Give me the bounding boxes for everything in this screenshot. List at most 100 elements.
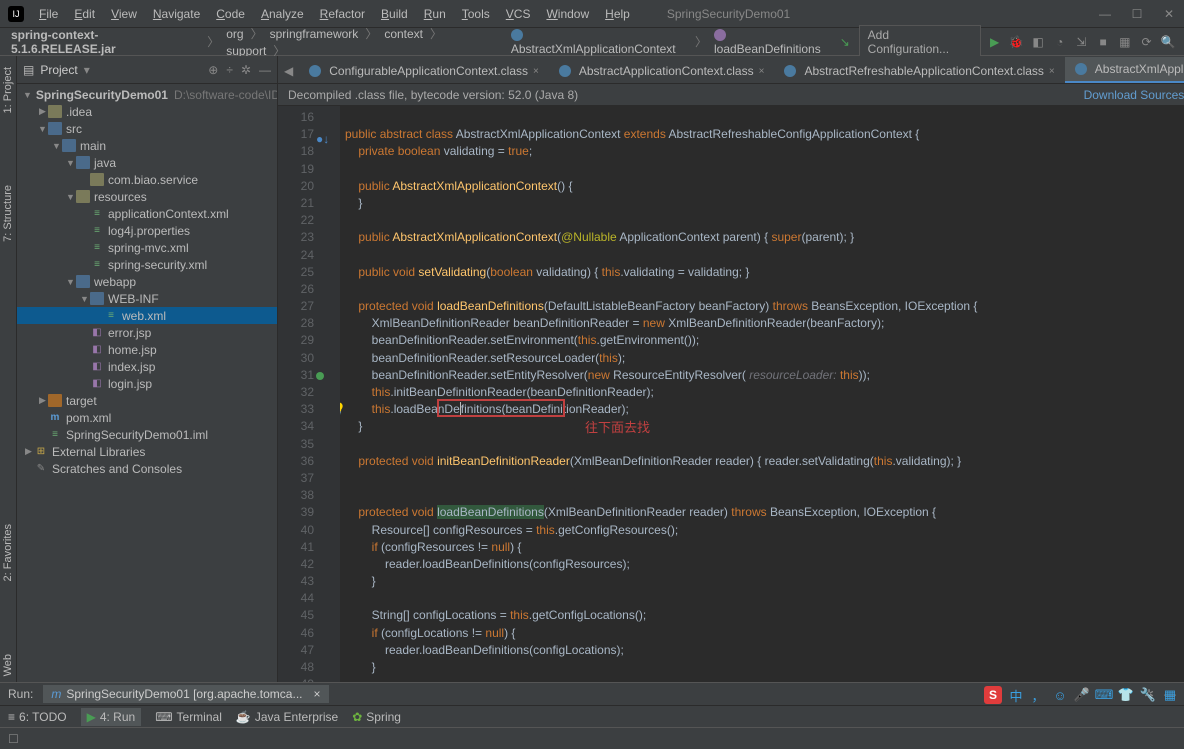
add-configuration-button[interactable]: Add Configuration... (859, 25, 981, 59)
menu-run[interactable]: Run (417, 4, 453, 24)
vtab-structure[interactable]: 7: Structure (0, 179, 16, 248)
btool-run[interactable]: ▶4: Run (81, 708, 142, 726)
menu-help[interactable]: Help (598, 4, 637, 24)
menu-navigate[interactable]: Navigate (146, 4, 207, 24)
menu-refactor[interactable]: Refactor (313, 4, 372, 24)
project-header: ▤ Project ▾ ⊕ ÷ ✲ — (17, 56, 277, 84)
hide-icon[interactable]: — (259, 63, 271, 77)
crumb-springframework[interactable]: springframework (267, 27, 362, 41)
crumb-jar[interactable]: spring-context-5.1.6.RELEASE.jar (8, 28, 203, 56)
tree-node[interactable]: ≡applicationContext.xml (17, 205, 277, 222)
vtab-favorites[interactable]: 2: Favorites (0, 518, 16, 587)
coverage-icon[interactable]: ◧ (1030, 34, 1046, 50)
stop-icon[interactable]: ■ (1095, 34, 1111, 50)
status-icon[interactable]: ☐ (8, 732, 19, 746)
tree-node[interactable]: com.biao.service (17, 171, 277, 188)
run-icon[interactable]: ▶ (987, 34, 1003, 50)
attach-icon[interactable]: ⇲ (1074, 34, 1090, 50)
tree-node[interactable]: ▼resources (17, 188, 277, 205)
tray-skin-icon[interactable]: 👕 (1118, 687, 1134, 703)
tray-punct-icon[interactable]: ， (1030, 687, 1046, 703)
collapse-icon[interactable]: ÷ (226, 63, 233, 77)
ime-lang-icon[interactable]: 中 (1008, 687, 1024, 703)
tray-emoji-icon[interactable]: ☺ (1052, 687, 1068, 703)
tab-prev-icon[interactable]: ◀ (278, 59, 299, 83)
code-content[interactable]: public abstract class AbstractXmlApplica… (340, 106, 1184, 682)
profile-icon[interactable]: ◔ (1052, 34, 1068, 50)
system-tray: S 中 ， ☺ 🎤 ⌨ 👕 🔧 ▦ (984, 686, 1178, 704)
tree-node[interactable]: ≡SpringSecurityDemo01.iml (17, 426, 277, 443)
locate-icon[interactable]: ⊕ (208, 63, 218, 77)
tree-node[interactable]: mpom.xml (17, 409, 277, 426)
run-label: Run: (8, 687, 33, 701)
tree-node[interactable]: ▼java (17, 154, 277, 171)
vtab-project[interactable]: 1: Project (0, 61, 16, 119)
tray-tool-icon[interactable]: 🔧 (1140, 687, 1156, 703)
tree-node[interactable]: ≡spring-mvc.xml (17, 239, 277, 256)
menu-file[interactable]: File (32, 4, 65, 24)
menu-window[interactable]: Window (539, 4, 596, 24)
code-area[interactable]: 1617●↓1819202122232425262728293031323334… (278, 106, 1184, 682)
btool-terminal[interactable]: ⌨Terminal (155, 710, 222, 724)
project-tree[interactable]: ▼SpringSecurityDemo01D:\software-code\ID… (17, 84, 277, 682)
update-icon[interactable]: ⟳ (1139, 34, 1155, 50)
editor-tab[interactable]: AbstractRefreshableApplicationContext.cl… (774, 59, 1064, 83)
menu-view[interactable]: View (104, 4, 144, 24)
tray-grid-icon[interactable]: ▦ (1162, 687, 1178, 703)
search-icon[interactable]: 🔍 (1160, 34, 1176, 50)
menu-edit[interactable]: Edit (67, 4, 102, 24)
minimize-button[interactable]: — (1098, 7, 1112, 21)
tree-node[interactable]: ▼SpringSecurityDemo01D:\software-code\ID… (17, 86, 277, 103)
tree-node[interactable]: ▶⊞External Libraries (17, 443, 277, 460)
tree-node[interactable]: ▶target (17, 392, 277, 409)
gear-icon[interactable]: ✲ (241, 63, 251, 77)
tree-node[interactable]: ▼main (17, 137, 277, 154)
panel-icon: ▤ (23, 63, 34, 77)
vcs-icon[interactable]: ▦ (1117, 34, 1133, 50)
line-gutter: 1617●↓1819202122232425262728293031323334… (278, 106, 326, 682)
menu-vcs[interactable]: VCS (499, 4, 538, 24)
build-icon[interactable]: ↘ (837, 34, 853, 50)
run-tab[interactable]: mSpringSecurityDemo01 [org.apache.tomca.… (43, 685, 328, 703)
maximize-button[interactable]: ☐ (1130, 7, 1144, 21)
sogou-ime-icon[interactable]: S (984, 686, 1002, 704)
left-tool-stripe: 1: Project 7: Structure 2: Favorites Web (0, 56, 17, 682)
tree-node[interactable]: ◧error.jsp (17, 324, 277, 341)
editor-tab[interactable]: ConfigurableApplicationContext.class× (299, 59, 549, 83)
tree-node[interactable]: ▼src (17, 120, 277, 137)
editor-tab[interactable]: AbstractApplicationContext.class× (549, 59, 775, 83)
tree-node[interactable]: ◧home.jsp (17, 341, 277, 358)
menu-build[interactable]: Build (374, 4, 415, 24)
editor-tab[interactable]: AbstractXmlApplicationContext.class× (1065, 57, 1184, 83)
menu-analyze[interactable]: Analyze (254, 4, 311, 24)
tree-node[interactable]: ▶.idea (17, 103, 277, 120)
tray-mic-icon[interactable]: 🎤 (1074, 687, 1090, 703)
vtab-web[interactable]: Web (0, 648, 16, 682)
btool-todo[interactable]: ≡6: TODO (8, 710, 67, 724)
menu-code[interactable]: Code (209, 4, 252, 24)
tray-keyboard-icon[interactable]: ⌨ (1096, 687, 1112, 703)
tree-node[interactable]: ≡web.xml (17, 307, 277, 324)
decompile-info-bar: Decompiled .class file, bytecode version… (278, 84, 1184, 106)
tree-node[interactable]: ≡spring-security.xml (17, 256, 277, 273)
crumb-method[interactable]: loadBeanDefinitions (711, 28, 837, 56)
btool-spring[interactable]: ✿Spring (352, 710, 401, 724)
download-sources-link[interactable]: Download Sources (1084, 88, 1184, 102)
project-panel: ▤ Project ▾ ⊕ ÷ ✲ — ▼SpringSecurityDemo0… (17, 56, 278, 682)
crumb-class[interactable]: AbstractXmlApplicationContext (508, 28, 691, 56)
menu-tools[interactable]: Tools (455, 4, 497, 24)
tree-node[interactable]: ◧index.jsp (17, 358, 277, 375)
status-bar: ☐ (0, 727, 1184, 749)
chevron-down-icon[interactable]: ▾ (84, 63, 90, 77)
tree-node[interactable]: ≡log4j.properties (17, 222, 277, 239)
crumb-context[interactable]: context (381, 27, 426, 41)
btool-javaee[interactable]: ☕Java Enterprise (236, 710, 338, 724)
editor-tabs: ◀ ConfigurableApplicationContext.class×A… (278, 56, 1184, 84)
tree-node[interactable]: ▼webapp (17, 273, 277, 290)
close-button[interactable]: ✕ (1162, 7, 1176, 21)
tree-node[interactable]: ✎Scratches and Consoles (17, 460, 277, 477)
crumb-org[interactable]: org (223, 27, 246, 41)
debug-icon[interactable]: 🐞 (1008, 34, 1024, 50)
tree-node[interactable]: ▼WEB-INF (17, 290, 277, 307)
tree-node[interactable]: ◧login.jsp (17, 375, 277, 392)
